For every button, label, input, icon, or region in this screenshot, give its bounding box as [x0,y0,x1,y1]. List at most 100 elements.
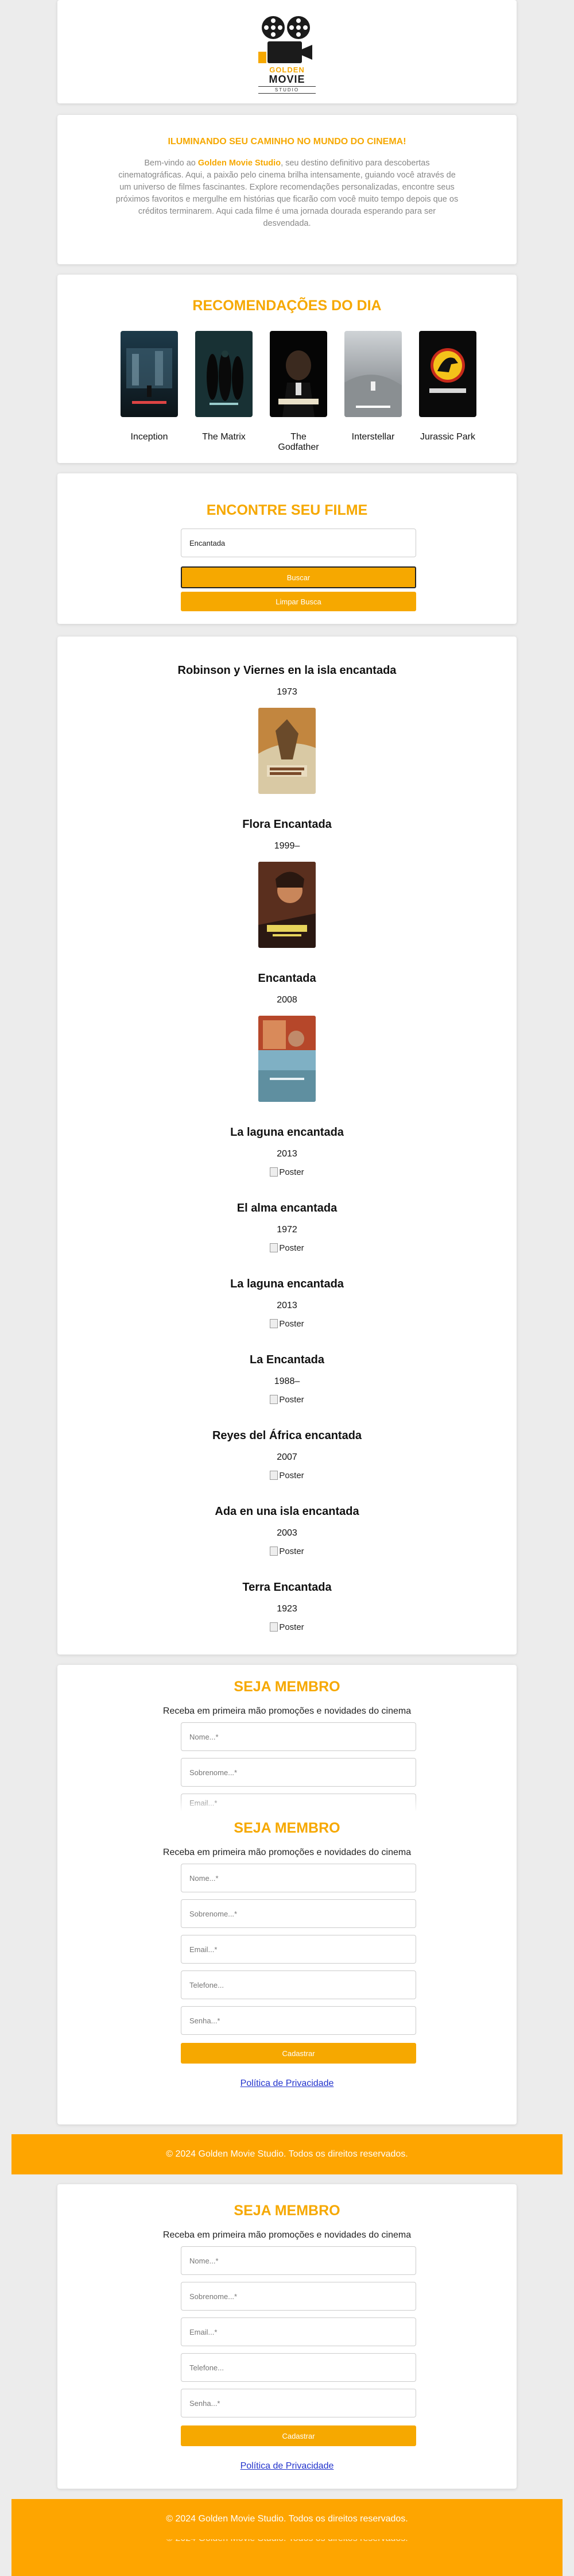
surname-field[interactable]: Sobrenome...* [181,1899,416,1928]
intro-text: Bem-vindo ao Golden Movie Studio, seu de… [115,157,459,230]
phone-placeholder: Telefone... [189,1980,224,1989]
logo-text-movie: MOVIE [269,74,305,85]
search-section: ENCONTRE SEU FILME Buscar Limpar Busca [57,473,517,624]
surname-placeholder: Sobrenome...* [189,1909,238,1918]
poster-alt-text: Poster [279,1395,304,1405]
poster-alt-text: Poster [279,1243,304,1253]
recommendation-card[interactable]: Inception [121,331,178,442]
result-title: Reyes del África encantada [212,1429,362,1442]
result-title: Flora Encantada [242,818,332,831]
camera-lens-icon [302,45,312,60]
footer-copyright: © 2024 Golden Movie Studio. Todos os dir… [166,2539,408,2544]
register-button[interactable]: Cadastrar [181,2425,416,2446]
poster-image [195,331,253,417]
footer-copyright: © 2024 Golden Movie Studio. Todos os dir… [166,2149,408,2159]
footer: © 2024 Golden Movie Studio. Todos os dir… [11,2499,563,2539]
email-placeholder: Email...* [189,2327,218,2336]
recommendation-card[interactable]: Jurassic Park [419,331,476,442]
name-field[interactable]: Nome...* [181,1864,416,1892]
name-placeholder: Nome...* [189,2256,219,2265]
phone-field[interactable]: Telefone... [181,2353,416,2382]
poster-image [121,331,178,417]
clear-search-button[interactable]: Limpar Busca [181,592,416,611]
membership-subtitle: Receba em primeira mão promoções e novid… [162,1848,412,1857]
result-year: 2013 [277,1149,297,1159]
result-year: 2003 [277,1528,297,1538]
broken-image-icon [270,1622,278,1632]
surname-field[interactable]: Sobrenome...* [181,1758,416,1787]
broken-poster-image[interactable]: Poster [57,1243,517,1253]
broken-image-icon [270,1395,278,1404]
broken-image-icon [270,1471,278,1480]
poster-alt-text: Poster [279,1622,304,1632]
broken-image-icon [270,1167,278,1177]
recommendation-title: Jurassic Park [420,432,476,442]
phone-field[interactable]: Telefone... [181,1970,416,1999]
film-reel-icon [287,16,310,39]
broken-poster-image[interactable]: Poster [57,1471,517,1480]
broken-poster-image[interactable]: Poster [57,1395,517,1405]
recommendation-card[interactable]: The Matrix [195,331,253,442]
result-title: La Encantada [249,1353,325,1366]
result-year: 1972 [277,1225,297,1235]
name-placeholder: Nome...* [189,1873,219,1883]
membership-heading: SEJA MEMBRO [234,1679,340,1695]
fade-overlay [181,1798,416,1812]
broken-poster-image[interactable]: Poster [57,1547,517,1556]
register-button[interactable]: Cadastrar [181,2043,416,2064]
surname-placeholder: Sobrenome...* [189,1768,238,1777]
brand-name: Golden Movie Studio [197,159,281,168]
golden-movie-logo[interactable]: GOLDEN MOVIE STUDIO [258,16,316,97]
search-button[interactable]: Buscar [181,566,416,588]
result-title: Ada en una isla encantada [215,1505,359,1518]
result-title: Robinson y Viernes en la isla encantada [177,664,397,677]
result-poster[interactable] [258,862,316,948]
intro-heading: ILUMINANDO SEU CAMINHO NO MUNDO DO CINEM… [168,137,406,146]
password-placeholder: Senha...* [189,2398,220,2408]
recommendations-section: RECOMENDAÇÕES DO DIA Inception The Matri… [57,275,517,463]
camera-stand-icon [258,52,266,63]
password-field[interactable]: Senha...* [181,2006,416,2035]
privacy-policy-link[interactable]: Política de Privacidade [57,2461,517,2471]
broken-poster-image[interactable]: Poster [57,1167,517,1177]
search-input[interactable] [189,538,408,547]
privacy-policy-link[interactable]: Política de Privacidade [57,2078,517,2089]
intro-section: ILUMINANDO SEU CAMINHO NO MUNDO DO CINEM… [57,115,517,264]
result-poster[interactable] [258,1016,316,1102]
name-field[interactable]: Nome...* [181,1722,416,1751]
membership-section: SEJA MEMBRO Receba em primeira mão promo… [57,2184,517,2489]
search-input-wrapper[interactable] [181,529,416,557]
camera-icon [267,41,302,63]
recommendation-card[interactable]: The Godfather [270,331,327,453]
result-poster[interactable] [258,708,316,794]
password-field[interactable]: Senha...* [181,2389,416,2417]
name-field[interactable]: Nome...* [181,2246,416,2275]
membership-subtitle: Receba em primeira mão promoções e novid… [162,2230,412,2240]
recommendation-card[interactable]: Interstellar [344,331,402,442]
footer: © 2024 Golden Movie Studio. Todos os dir… [11,2134,563,2174]
result-title: La laguna encantada [230,1126,344,1139]
poster-alt-text: Poster [279,1547,304,1556]
recommendation-title: Interstellar [351,432,395,442]
result-year: 2013 [277,1301,297,1310]
membership-heading: SEJA MEMBRO [234,1820,340,1836]
broken-image-icon [270,1547,278,1556]
result-title: El alma encantada [236,1202,338,1214]
poster-image [270,331,327,417]
poster-alt-text: Poster [279,1167,304,1177]
surname-field[interactable]: Sobrenome...* [181,2282,416,2311]
email-field[interactable]: Email...* [181,1935,416,1964]
name-placeholder: Nome...* [189,1732,219,1741]
email-field[interactable]: Email...* [181,2317,416,2346]
recommendation-title: Inception [130,432,168,442]
result-title: La laguna encantada [230,1278,344,1290]
result-year: 1999– [274,841,300,851]
email-placeholder: Email...* [189,1945,218,1954]
recommendation-title: The Godfather [278,432,319,452]
result-year: 2008 [277,995,297,1005]
broken-poster-image[interactable]: Poster [57,1622,517,1632]
membership-form-nested: SEJA MEMBRO Receba em primeira mão promo… [57,1815,517,2120]
logo-text-golden: GOLDEN [269,65,305,74]
film-reel-icon [262,16,285,39]
broken-poster-image[interactable]: Poster [57,1319,517,1329]
